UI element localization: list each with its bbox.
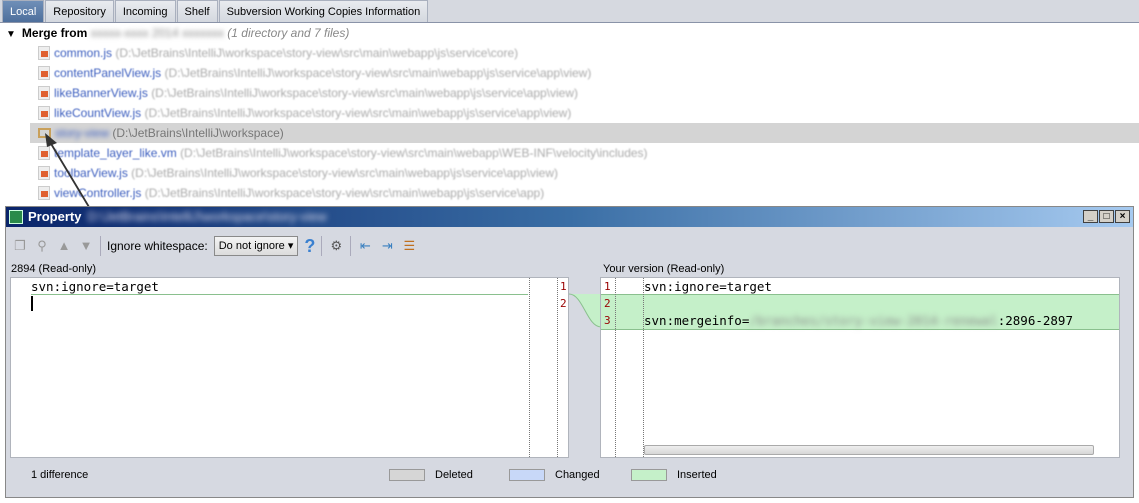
legend-inserted: Inserted	[631, 469, 717, 481]
toolbar-separator	[350, 236, 352, 256]
copy-icon[interactable]: ❐	[12, 238, 28, 254]
toolbar-separator	[100, 236, 101, 256]
text-cursor	[31, 296, 33, 311]
minimize-button[interactable]: _	[1083, 210, 1098, 223]
left-editor[interactable]: svn:ignore=target 1 2	[10, 277, 569, 458]
toolbar-separator	[321, 236, 323, 256]
left-pane-header: 2894 (Read-only)	[11, 263, 96, 275]
blurred-path: D:\JetBrains\IntelliJ\workspace\story-vi…	[87, 209, 327, 224]
apply-left-icon[interactable]: ⇤	[357, 238, 373, 254]
arrow-up-icon[interactable]: ▲	[56, 238, 72, 254]
ignore-whitespace-label: Ignore whitespace:	[107, 239, 208, 253]
diff-connector	[569, 293, 601, 328]
insertion-marker-line	[31, 294, 528, 295]
dialog-title-bar[interactable]: Property D:\JetBrains\IntelliJ\workspace\…	[6, 207, 1133, 227]
close-button[interactable]: ×	[1115, 210, 1130, 223]
property-diff-dialog: Property D:\JetBrains\IntelliJ\workspace\…	[5, 206, 1134, 498]
right-pane-header: Your version (Read-only)	[603, 263, 725, 275]
legend-changed: Changed	[509, 469, 600, 481]
legend-deleted: Deleted	[389, 469, 473, 481]
ignore-whitespace-select[interactable]: Do not ignore ▾	[213, 236, 299, 256]
blurred-branch-path: /branches/story-view-2014-renewal	[749, 313, 998, 328]
gear-icon[interactable]: ⚙	[328, 238, 344, 254]
horizontal-scrollbar[interactable]	[644, 445, 1094, 455]
difference-count: 1 difference	[31, 469, 89, 481]
maximize-button[interactable]: □	[1099, 210, 1114, 223]
help-icon[interactable]: ?	[304, 236, 315, 257]
annotation-arrow	[45, 133, 93, 213]
find-icon[interactable]: ⚲	[34, 238, 50, 254]
apply-right-icon[interactable]: ⇥	[379, 238, 395, 254]
diff-app-icon	[9, 210, 23, 224]
merge-icon[interactable]: ☰	[401, 238, 417, 254]
diff-toolbar: ❐ ⚲ ▲ ▼ Ignore whitespace: Do not ignore…	[12, 235, 417, 257]
arrow-down-icon[interactable]: ▼	[78, 238, 94, 254]
right-editor[interactable]: 1 2 3 svn:ignore=target svn:mergeinfo=/b…	[600, 277, 1120, 458]
